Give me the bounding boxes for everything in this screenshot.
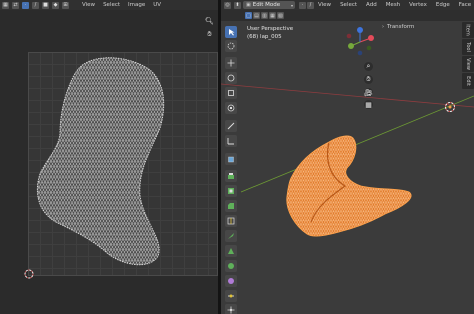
zoom-icon[interactable]: ⌕ [364, 62, 373, 71]
knife-tool-icon[interactable] [225, 230, 237, 242]
gizmo-z-icon [357, 27, 363, 33]
annotate-tool-icon[interactable] [225, 120, 237, 132]
object-label: (68) lap_005 [247, 34, 282, 40]
tab-edit[interactable]: Edit [462, 73, 474, 89]
loop-cut-tool-icon[interactable] [225, 215, 237, 227]
transform-panel-label: Transform [387, 24, 415, 30]
shrink-fatten-tool-icon[interactable] [225, 304, 237, 314]
uv-island[interactable] [0, 0, 218, 314]
tab-view[interactable]: View [462, 56, 474, 72]
uv-pan-hand-icon[interactable]: ✋︎ [205, 30, 214, 39]
scale-tool-icon[interactable] [225, 87, 237, 99]
3d-viewport[interactable]: ◎ ⬍ ▣ Edit Mode ▾ · / View Select Add Me… [221, 0, 474, 314]
navigation-gizmo[interactable] [343, 26, 377, 56]
pan-hand-icon[interactable]: ✋︎ [364, 75, 373, 84]
select-box-tool-icon[interactable] [225, 26, 237, 38]
uv-editor[interactable]: ▦ ⇄ · / ■ ◆ ⊞ View Select Image UV 🔍︎ ✋︎ [0, 0, 218, 314]
bevel-tool-icon[interactable] [225, 200, 237, 212]
viewport-info: User Perspective (68) lap_005 [247, 25, 293, 41]
camera-view-icon[interactable]: 🎥︎ [364, 88, 373, 97]
edge-slide-tool-icon[interactable] [225, 290, 237, 302]
3d-cursor-icon[interactable] [443, 100, 457, 114]
rotate-tool-icon[interactable] [225, 72, 237, 84]
grid-view-icon[interactable]: ▦ [364, 100, 373, 109]
uv-2d-cursor-icon[interactable] [23, 268, 35, 280]
gizmo-y-icon [348, 43, 354, 49]
poly-build-tool-icon[interactable] [225, 245, 237, 257]
perspective-label: User Perspective [247, 26, 294, 32]
x-axis-line [221, 83, 474, 108]
chevron-right-icon: › [382, 24, 384, 30]
sidebar-tabs: Item Tool View Edit [462, 22, 474, 92]
measure-tool-icon[interactable] [225, 135, 237, 147]
uv-zoom-icon[interactable]: 🔍︎ [205, 16, 214, 25]
transform-tool-icon[interactable] [225, 102, 237, 114]
add-cube-tool-icon[interactable] [225, 153, 237, 165]
extrude-tool-icon[interactable] [225, 170, 237, 182]
gizmo-x-icon [368, 35, 374, 41]
tab-item[interactable]: Item [462, 22, 474, 38]
tool-shelf [221, 22, 241, 314]
move-tool-icon[interactable] [225, 57, 237, 69]
smooth-tool-icon[interactable] [225, 275, 237, 287]
spin-tool-icon[interactable] [225, 260, 237, 272]
transform-panel-header[interactable]: › Transform [382, 22, 460, 32]
inset-tool-icon[interactable] [225, 185, 237, 197]
cursor-tool-icon[interactable] [225, 40, 237, 52]
y-axis-line [240, 95, 474, 193]
tab-tool[interactable]: Tool [462, 39, 474, 55]
